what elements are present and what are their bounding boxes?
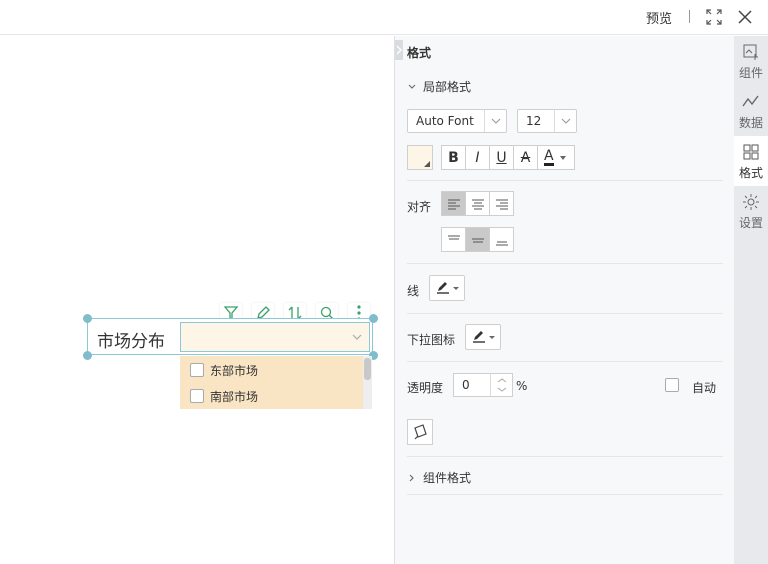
rail-label: 格式 <box>738 166 763 180</box>
dropdown-icon-label: 下拉图标 <box>407 333 456 347</box>
align-left-button[interactable] <box>441 191 466 216</box>
align-label: 对齐 <box>407 200 432 214</box>
close-icon[interactable] <box>735 7 755 27</box>
underline-button[interactable]: U <box>489 145 514 170</box>
panel-title: 格式 <box>407 46 432 60</box>
align-right-icon <box>495 199 508 209</box>
rail-item-settings[interactable]: 设置 <box>734 186 768 236</box>
align-center-button[interactable] <box>465 191 490 216</box>
preview-button[interactable]: 预览 <box>646 8 672 27</box>
chevron-down-icon[interactable] <box>484 110 506 132</box>
option-label: 南部市场 <box>210 389 259 404</box>
line-label: 线 <box>407 284 420 298</box>
opacity-input[interactable]: 0 <box>453 373 513 397</box>
format-painter-button[interactable] <box>407 419 433 445</box>
local-format-header[interactable]: 局部格式 <box>407 78 471 95</box>
local-format-label: 局部格式 <box>423 80 472 94</box>
divider <box>407 313 723 314</box>
caret-down-icon <box>559 155 566 160</box>
data-icon <box>742 95 759 107</box>
resize-handle-bl[interactable] <box>83 351 92 360</box>
design-canvas[interactable]: 市场分布 东部市场 南部市场 <box>0 36 394 564</box>
font-size-value: 12 <box>526 114 542 128</box>
dropdown-icon-style-button[interactable] <box>465 324 501 350</box>
fullscreen-icon[interactable] <box>704 7 724 27</box>
bold-button[interactable]: B <box>441 145 466 170</box>
divider <box>407 456 723 457</box>
strikethrough-button[interactable]: A <box>513 145 538 170</box>
valign-top-icon <box>447 235 460 239</box>
rail-item-component[interactable]: 组件 <box>734 36 768 86</box>
format-panel: 格式 局部格式 Auto Font 12 B I U A A 对齐 线 下拉图标… <box>394 36 734 564</box>
italic-button[interactable]: I <box>465 145 490 170</box>
divider <box>407 263 723 264</box>
format-painter-icon <box>414 424 427 440</box>
align-left-icon <box>447 199 460 209</box>
divider <box>407 494 723 495</box>
component-icon <box>743 44 758 60</box>
pen-icon <box>473 331 495 343</box>
opacity-label: 透明度 <box>407 381 444 395</box>
divider <box>407 361 723 362</box>
chevron-right-icon <box>409 474 414 481</box>
pen-icon <box>437 282 459 294</box>
option-checkbox[interactable] <box>190 389 204 403</box>
opacity-unit: % <box>516 379 528 393</box>
opacity-value: 0 <box>462 378 470 392</box>
valign-middle-icon <box>471 238 484 242</box>
font-color-letter: A <box>544 148 554 166</box>
top-bar: 预览 <box>0 0 768 35</box>
valign-top-button[interactable] <box>441 227 466 252</box>
rail-label: 数据 <box>738 116 763 130</box>
color-corner-indicator <box>424 161 430 167</box>
format-icon <box>743 144 759 160</box>
align-right-button[interactable] <box>489 191 514 216</box>
valign-middle-button[interactable] <box>465 227 490 252</box>
font-family-value: Auto Font <box>416 114 474 128</box>
right-rail: 组件 数据 格式 设置 <box>734 36 768 564</box>
dropdown-list[interactable]: 东部市场 南部市场 <box>180 356 372 409</box>
valign-bottom-button[interactable] <box>489 227 514 252</box>
settings-icon <box>743 194 759 210</box>
rail-label: 设置 <box>738 216 763 230</box>
resize-handle-tr[interactable] <box>369 314 378 323</box>
rail-item-data[interactable]: 数据 <box>734 86 768 136</box>
opacity-stepper[interactable] <box>490 374 512 396</box>
component-format-header[interactable]: 组件格式 <box>407 469 471 486</box>
auto-checkbox[interactable] <box>665 378 679 392</box>
rail-label: 组件 <box>738 66 763 80</box>
collapse-panel-tab[interactable] <box>395 40 403 60</box>
font-family-select[interactable]: Auto Font <box>407 109 507 133</box>
list-item[interactable]: 东部市场 <box>190 360 258 380</box>
line-style-button[interactable] <box>429 275 465 301</box>
option-label: 东部市场 <box>210 363 259 378</box>
valign-bottom-icon <box>495 241 508 245</box>
widget-label: 市场分布 <box>97 332 165 352</box>
divider <box>407 180 723 181</box>
toolbar-separator <box>689 10 690 23</box>
font-size-select[interactable]: 12 <box>517 109 577 133</box>
dropdown-widget[interactable]: 市场分布 <box>87 318 373 355</box>
combo-box[interactable] <box>180 322 370 352</box>
chevron-down-icon[interactable] <box>351 331 363 343</box>
component-format-label: 组件格式 <box>423 471 472 485</box>
chevron-down-icon <box>408 84 416 89</box>
auto-label: 自动 <box>692 381 717 395</box>
background-color-picker[interactable] <box>407 145 433 170</box>
chevron-down-icon[interactable] <box>554 110 576 132</box>
align-center-icon <box>471 199 484 209</box>
resize-handle-tl[interactable] <box>83 314 92 323</box>
scrollbar-thumb[interactable] <box>364 358 371 380</box>
rail-item-format[interactable]: 格式 <box>734 136 768 186</box>
font-color-button[interactable]: A <box>537 145 575 170</box>
list-item[interactable]: 南部市场 <box>190 386 258 406</box>
scrollbar[interactable] <box>363 356 372 409</box>
option-checkbox[interactable] <box>190 363 204 377</box>
